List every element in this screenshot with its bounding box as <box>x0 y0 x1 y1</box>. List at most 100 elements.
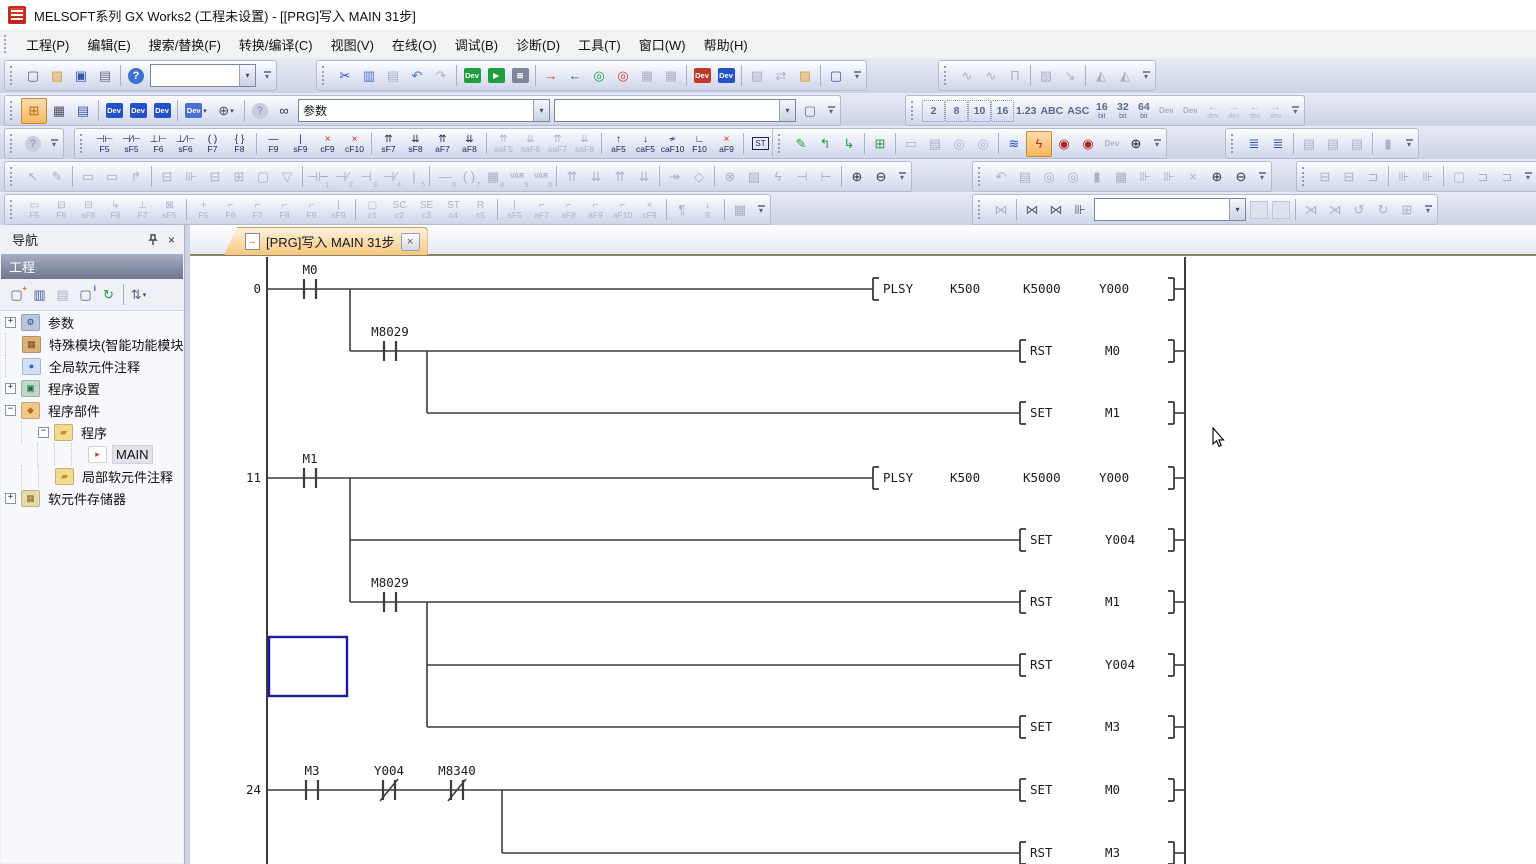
find-device-combo-arrow-icon[interactable]: ▾ <box>779 100 795 121</box>
sfc-par-convergence-button[interactable]: ⌐F9 <box>298 196 325 223</box>
open-contact-button[interactable]: ⊣⊢F5 <box>91 130 118 157</box>
menu-item-11[interactable]: 帮助(H) <box>695 31 757 58</box>
sfc-c1-button[interactable]: ▢c1 <box>359 196 386 223</box>
print-icon[interactable]: ▤ <box>93 64 117 88</box>
misc-3-icon[interactable]: ϟ <box>766 165 790 189</box>
hline-6-icon[interactable]: —6 <box>433 165 457 189</box>
expand-icon[interactable]: + <box>5 383 16 394</box>
find-grey-1-icon[interactable]: ◎ <box>947 132 971 156</box>
toolbar-grip[interactable] <box>10 200 16 219</box>
sfc-delete-button[interactable]: ×cF9 <box>636 196 663 223</box>
undo-grey-icon[interactable]: ↶ <box>989 165 1013 189</box>
sfc-r-button[interactable]: Rc5 <box>467 196 494 223</box>
sfc-step-2-icon[interactable]: ⊪ <box>1416 165 1440 189</box>
tree-item-3[interactable]: +▣程序设置 <box>1 377 183 399</box>
zoom-magnifier-icon[interactable]: ⊕ <box>1124 132 1148 156</box>
sfc-end-button[interactable]: ⊥F7 <box>129 196 156 223</box>
steps-grey-1-icon[interactable]: ⊪ <box>1133 165 1157 189</box>
batch-insert-icon[interactable]: ⊞ <box>868 132 892 156</box>
toolbar-grip[interactable] <box>10 66 16 85</box>
vertical-line-button[interactable]: |sF9 <box>287 130 314 157</box>
toolbar-overflow-icon[interactable]: ▾ <box>897 172 907 181</box>
ladder-diagram[interactable]: M0M8029M1M8029M3Y004M8340PLSYK500K5000Y0… <box>190 256 1536 864</box>
watch-stop-icon[interactable]: ⋈ <box>1044 198 1068 222</box>
bit32-button[interactable]: 32bit <box>1112 101 1133 121</box>
horizontal-line-button[interactable]: —F9 <box>260 130 287 157</box>
insert-row-icon[interactable]: ↰ <box>813 132 837 156</box>
menu-item-8[interactable]: 诊断(D) <box>507 31 569 58</box>
sfc-step-1-icon[interactable]: ⊪ <box>1392 165 1416 189</box>
ladder-edit-mode-icon[interactable]: ϟ <box>1026 131 1052 157</box>
sfc-vline-button[interactable]: |sF9 <box>325 196 352 223</box>
monitor-condition-icon[interactable]: ▢ <box>824 64 848 88</box>
open-project-icon[interactable]: ▨ <box>45 64 69 88</box>
waveform-icon[interactable]: Π <box>1003 64 1027 88</box>
falling-pulse-branch-button[interactable]: ⇊aF8 <box>456 130 483 157</box>
cross-reference-icon[interactable]: ∞ <box>272 99 296 123</box>
menu-item-2[interactable]: 编辑(E) <box>78 31 139 58</box>
toolbar-grip[interactable] <box>944 66 950 85</box>
paste-data-icon[interactable]: ▤ <box>51 283 74 306</box>
toolbar-grip[interactable] <box>322 66 328 85</box>
user-grey-icon[interactable]: ▮ <box>1376 132 1400 156</box>
sfc-cut-icon[interactable]: ⊐ <box>1361 165 1385 189</box>
logic-analyzer-icon[interactable]: ∿ <box>955 64 979 88</box>
toolbar-grip[interactable] <box>1231 134 1237 153</box>
toolbar-grip[interactable] <box>10 134 16 153</box>
pin-icon[interactable] <box>144 232 161 248</box>
display-octal-button[interactable]: 8 <box>945 100 968 122</box>
doc-grey-3-icon[interactable]: ▤ <box>1345 132 1369 156</box>
rising-pulse-close-branch-button[interactable]: ⇈saF7 <box>544 130 571 157</box>
paste-icon[interactable]: ▤ <box>381 64 405 88</box>
invert-pulse-button[interactable]: ≁caF10 <box>659 130 686 157</box>
undo-icon[interactable]: ↶ <box>405 64 429 88</box>
toolbar-grip[interactable] <box>10 101 16 120</box>
help-3-icon[interactable]: ? <box>21 132 45 156</box>
display-abc-button[interactable]: ABC <box>1038 101 1065 121</box>
menu-item-1[interactable]: 工程(P) <box>17 31 78 58</box>
close-grey-icon[interactable]: × <box>1181 165 1205 189</box>
refresh-icon[interactable]: ↻ <box>97 283 120 306</box>
toolbar-overflow-icon[interactable]: ▾ <box>1257 172 1267 181</box>
zoom-out-icon[interactable]: ⊖ <box>869 165 893 189</box>
sfc-sc-button[interactable]: SCc2 <box>386 196 413 223</box>
toolbar-grip[interactable] <box>1302 167 1308 186</box>
rising-pulse-close-button[interactable]: ⇈saF5 <box>490 130 517 157</box>
var-9-icon[interactable]: VAR9 <box>505 165 529 189</box>
sfc-step-button[interactable]: ▭F5 <box>21 196 48 223</box>
stamp-2-icon[interactable]: ▭ <box>100 165 124 189</box>
coil-7-icon[interactable]: ( )7 <box>457 165 481 189</box>
bit16-button[interactable]: 16bit <box>1091 101 1112 121</box>
rising-pulse-button[interactable]: ⇈sF7 <box>375 130 402 157</box>
toolbar-overflow-icon[interactable]: ▾ <box>1290 106 1300 115</box>
sfc-a9-button[interactable]: ⌐aF9 <box>582 196 609 223</box>
delete-row-icon[interactable]: ↳ <box>837 132 861 156</box>
tree-item-main[interactable]: ▸MAIN <box>1 443 183 465</box>
collapse-icon[interactable]: − <box>38 427 49 438</box>
ladder-symbol-icon[interactable]: ≋ <box>1002 132 1026 156</box>
dev-display-2-icon[interactable]: Dev <box>1178 99 1202 123</box>
next-device-button[interactable]: →dev <box>1223 101 1244 121</box>
verify-with-plc-icon[interactable]: ▦ <box>635 64 659 88</box>
toolbar-overflow-icon[interactable]: ▾ <box>1404 139 1414 148</box>
watch-steps-icon[interactable]: ⊪ <box>1068 198 1092 222</box>
toolbar-overflow-icon[interactable]: ▾ <box>1423 205 1433 214</box>
var-0-icon[interactable]: VAR0 <box>529 165 553 189</box>
tree-item-2[interactable]: ●全局软元件注释 <box>1 355 183 377</box>
watch-start-icon[interactable]: ⋈ <box>1020 198 1044 222</box>
toolbar-overflow-icon[interactable]: ▾ <box>756 205 766 214</box>
toolbar-grip[interactable] <box>911 101 917 120</box>
toolbar-grip[interactable] <box>80 134 86 153</box>
find-target-combo-arrow-icon[interactable]: ▾ <box>533 100 549 121</box>
stamp-1-icon[interactable]: ▭ <box>76 165 100 189</box>
toolbar-grip[interactable] <box>778 134 784 153</box>
block-4-icon[interactable]: ⊞ <box>227 165 251 189</box>
toolbar-overflow-icon[interactable]: ▾ <box>852 71 862 80</box>
next-device-2-button[interactable]: →dev <box>1265 101 1286 121</box>
sfc-a5-button[interactable]: |aF5 <box>501 196 528 223</box>
forced-io-icon[interactable]: ⇄ <box>769 64 793 88</box>
prev-device-2-button[interactable]: ←dev <box>1244 101 1265 121</box>
menu-item-3[interactable]: 搜索/替换(F) <box>140 31 230 58</box>
monitor-stop-icon[interactable]: ◎ <box>611 64 635 88</box>
read-from-plc-icon[interactable]: ← <box>563 64 587 88</box>
